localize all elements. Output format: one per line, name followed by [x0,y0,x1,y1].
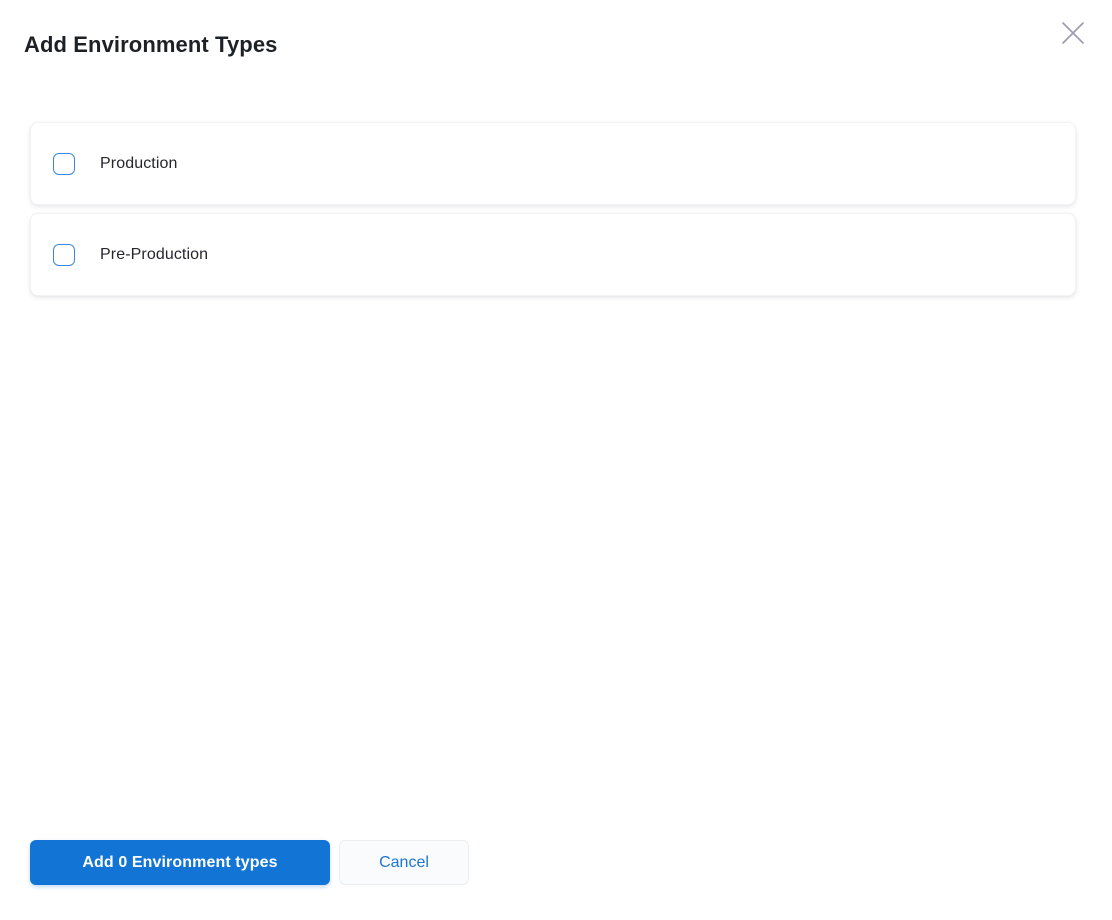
close-button[interactable] [1057,17,1089,49]
dialog-footer: Add 0 Environment types Cancel [30,840,469,885]
add-environment-types-button[interactable]: Add 0 Environment types [30,840,330,885]
environment-type-list: Production Pre-Production [30,122,1076,304]
environment-type-label: Pre-Production [100,246,208,264]
add-environment-types-dialog: Add Environment Types Production Pre-Pro… [0,0,1112,920]
checkbox-pre-production[interactable] [53,244,75,266]
cancel-button[interactable]: Cancel [339,840,469,885]
close-icon [1061,21,1085,45]
list-item-production[interactable]: Production [30,122,1076,205]
checkbox-production[interactable] [53,153,75,175]
page-title: Add Environment Types [24,32,278,58]
list-item-pre-production[interactable]: Pre-Production [30,213,1076,296]
environment-type-label: Production [100,155,178,173]
